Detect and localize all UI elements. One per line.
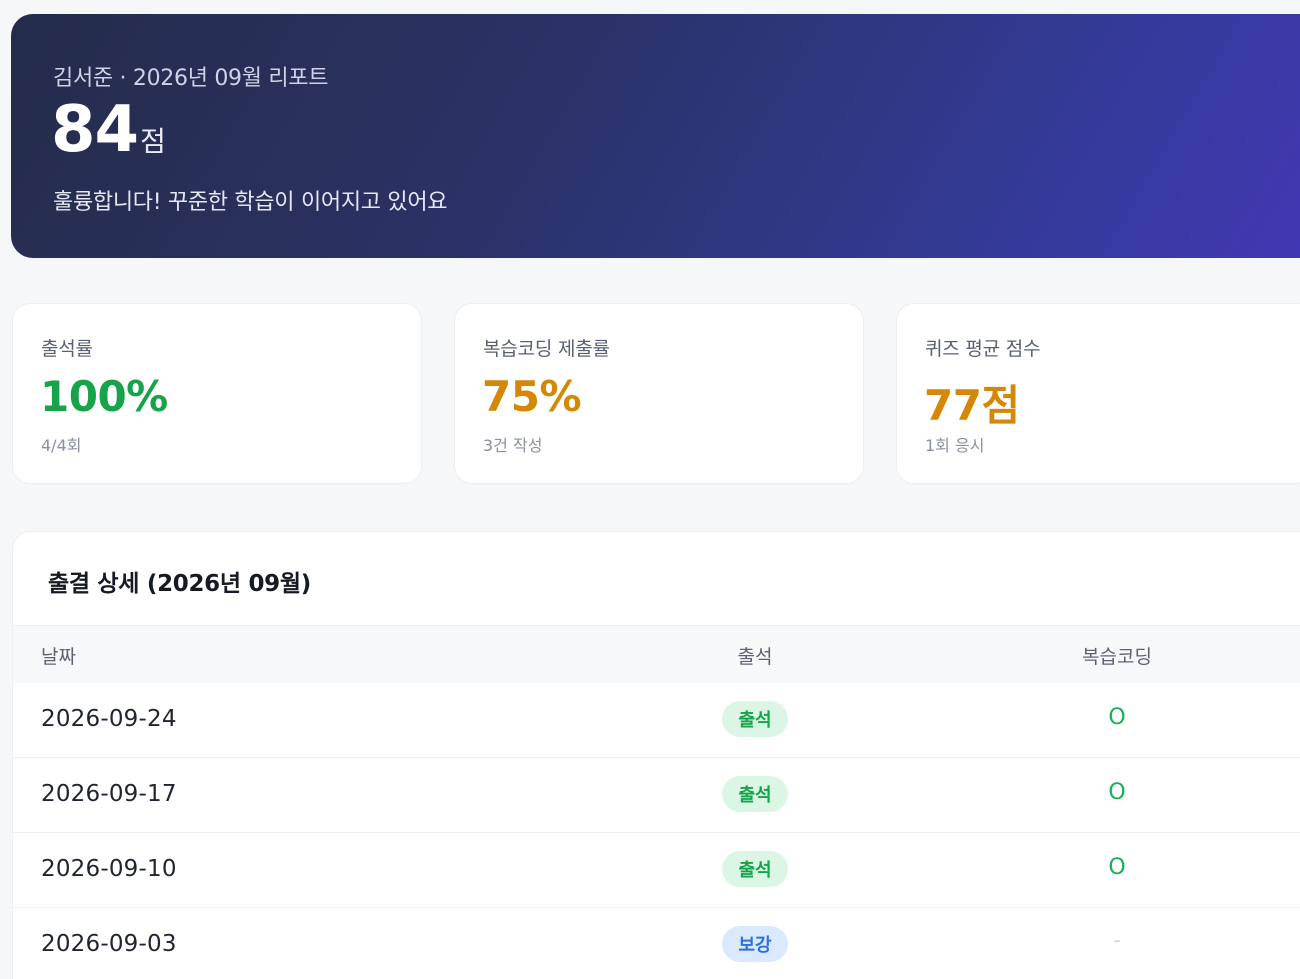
attendance-status-badge: 보강 <box>722 926 788 962</box>
column-header-review: 복습코딩 <box>1082 646 1152 668</box>
table-row: 2026-09-17 출석 O <box>13 758 1300 833</box>
attendance-detail-table: 출결 상세 (2026년 09월) 날짜 출석 복습코딩 2026-09-24 … <box>12 531 1300 979</box>
total-score: 84 점 <box>51 98 166 162</box>
score-value: 84 <box>51 93 139 167</box>
row-date: 2026-09-24 <box>41 706 177 732</box>
quiz-average-card: 퀴즈 평균 점수 77점 1회 응시 <box>896 303 1300 484</box>
stat-note: 1회 응시 <box>925 436 985 455</box>
review-status: - <box>1113 930 1121 951</box>
review-coding-rate-card: 복습코딩 제출률 75% 3건 작성 <box>454 303 864 484</box>
table-row: 2026-09-10 출석 O <box>13 833 1300 908</box>
review-status: O <box>1108 705 1126 730</box>
row-date: 2026-09-03 <box>41 931 177 957</box>
table-header: 날짜 출석 복습코딩 <box>13 625 1300 683</box>
report-summary-banner: 김서준 · 2026년 09월 리포트 84 점 훌륭합니다! 꾸준한 학습이 … <box>11 14 1300 258</box>
stat-label: 퀴즈 평균 점수 <box>925 338 1041 360</box>
stat-note: 4/4회 <box>41 436 82 455</box>
monthly-report-page: 김서준 · 2026년 09월 리포트 84 점 훌륭합니다! 꾸준한 학습이 … <box>0 0 1300 979</box>
stat-label: 출석률 <box>41 338 93 360</box>
row-date: 2026-09-17 <box>41 781 177 807</box>
encouragement-message: 훌륭합니다! 꾸준한 학습이 이어지고 있어요 <box>53 190 448 215</box>
attendance-rate-card: 출석률 100% 4/4회 <box>12 303 422 484</box>
table-title: 출결 상세 (2026년 09월) <box>48 571 311 597</box>
table-row: 2026-09-03 보강 - <box>13 908 1300 979</box>
stat-label: 복습코딩 제출률 <box>483 338 610 360</box>
score-unit: 점 <box>140 125 166 158</box>
table-row: 2026-09-24 출석 O <box>13 683 1300 758</box>
stat-value: 75% <box>482 372 582 421</box>
stat-value: 100% <box>40 372 168 421</box>
stat-note: 3건 작성 <box>483 436 543 455</box>
review-status: O <box>1108 780 1126 805</box>
review-status: O <box>1108 855 1126 880</box>
attendance-status-badge: 출석 <box>722 851 788 887</box>
column-header-date: 날짜 <box>41 646 76 668</box>
attendance-status-badge: 출석 <box>722 701 788 737</box>
report-subtitle: 김서준 · 2026년 09월 리포트 <box>53 66 329 91</box>
row-date: 2026-09-10 <box>41 856 177 882</box>
column-header-attendance: 출석 <box>737 646 773 668</box>
attendance-status-badge: 출석 <box>722 776 788 812</box>
stat-value: 77점 <box>924 381 1020 430</box>
